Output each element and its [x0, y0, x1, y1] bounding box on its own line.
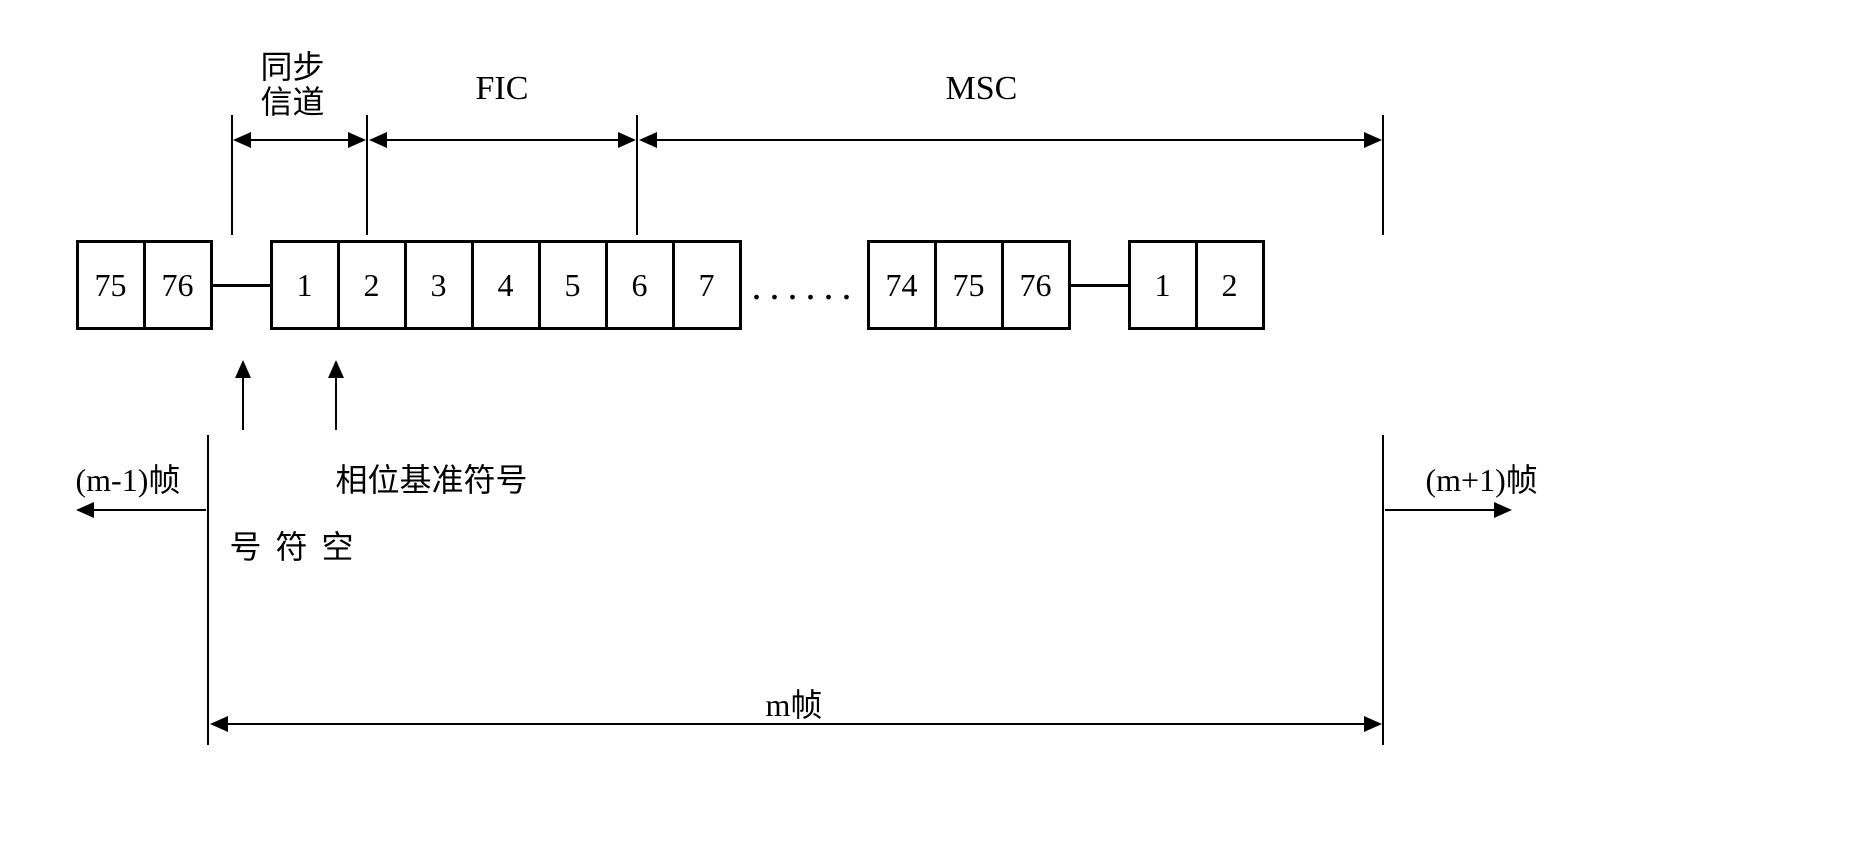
next-frame-label: (m+1)帧	[1426, 455, 1538, 501]
box-4: 4	[471, 240, 541, 330]
msc-arrow-right	[1364, 132, 1382, 148]
sync-arrow-right	[348, 132, 366, 148]
box-74: 74	[867, 240, 937, 330]
symbol-boxes-row: 75 76 1 2 3 4 5 6 7 ...... 74 75 76 1 2	[76, 240, 1265, 330]
next-frame-line	[1385, 509, 1500, 511]
box-76: 76	[1001, 240, 1071, 330]
fic-tick-right	[636, 115, 638, 235]
fic-dim-line	[381, 139, 626, 141]
m-frame-arrow-right	[1364, 716, 1382, 732]
ellipsis: ......	[742, 262, 870, 309]
frame-tick-right	[1382, 435, 1384, 745]
null-gap-2	[1071, 284, 1131, 287]
next-box-2: 2	[1195, 240, 1265, 330]
next-frame-arrow	[1494, 502, 1512, 518]
box-3: 3	[404, 240, 474, 330]
prev-box-76: 76	[143, 240, 213, 330]
box-7: 7	[672, 240, 742, 330]
next-box-1: 1	[1128, 240, 1198, 330]
frame-structure-diagram: 同步 信道 FIC MSC 75 76 1 2 3 4	[76, 40, 1776, 790]
box-5: 5	[538, 240, 608, 330]
sync-channel-label: 同步 信道	[261, 50, 325, 120]
sync-tick-right	[366, 115, 368, 235]
phase-ref-text: 相位基准符号	[336, 455, 528, 501]
m-frame-label: m帧	[766, 680, 823, 726]
box-6: 6	[605, 240, 675, 330]
fic-arrow-right	[618, 132, 636, 148]
fic-label: FIC	[476, 70, 529, 108]
msc-label: MSC	[946, 70, 1018, 108]
phase-ref-line	[335, 375, 337, 430]
box-1: 1	[270, 240, 340, 330]
msc-tick-right	[1382, 115, 1384, 235]
null-symbol-text: 空符号	[221, 530, 359, 566]
sync-line2: 信道	[261, 84, 325, 120]
msc-dim-line	[651, 139, 1371, 141]
prev-frame-line	[91, 509, 206, 511]
sync-dim-line	[246, 139, 356, 141]
null-symbol-line	[242, 375, 244, 430]
null-gap-1	[213, 284, 273, 287]
prev-box-75: 75	[76, 240, 146, 330]
box-75: 75	[934, 240, 1004, 330]
prev-frame-label: (m-1)帧	[76, 455, 181, 501]
box-2: 2	[337, 240, 407, 330]
sync-line1: 同步	[261, 49, 325, 85]
top-labels: 同步 信道 FIC MSC	[76, 40, 1776, 170]
frame-tick-left	[207, 435, 209, 745]
